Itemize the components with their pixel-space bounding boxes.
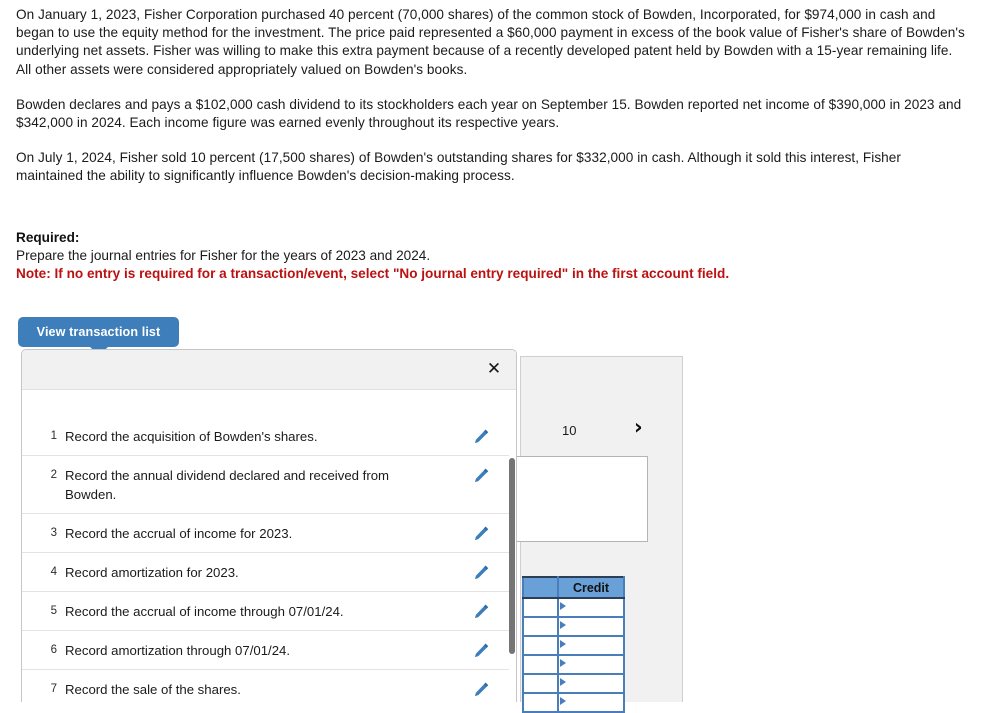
credit-column-header: Credit bbox=[557, 576, 625, 599]
close-icon[interactable]: ✕ bbox=[484, 359, 504, 379]
transaction-number: 3 bbox=[50, 527, 57, 539]
transaction-number: 2 bbox=[50, 469, 57, 481]
list-item[interactable]: 4 Record amortization for 2023. bbox=[22, 553, 512, 592]
transaction-description: Record amortization through 07/01/24. bbox=[65, 643, 291, 658]
popup-body: 1 Record the acquisition of Bowden's sha… bbox=[22, 390, 516, 702]
debit-column-header bbox=[522, 576, 559, 599]
credit-cell[interactable] bbox=[557, 616, 625, 637]
transaction-description: Record the annual dividend declared and … bbox=[65, 468, 390, 502]
cell-marker-icon bbox=[560, 659, 566, 667]
debit-cell[interactable] bbox=[522, 654, 559, 675]
transaction-number: 1 bbox=[50, 430, 57, 442]
list-item[interactable]: 1 Record the acquisition of Bowden's sha… bbox=[22, 417, 512, 456]
problem-statement: On January 1, 2023, Fisher Corporation p… bbox=[16, 6, 968, 186]
edit-pencil-icon[interactable] bbox=[473, 428, 490, 445]
list-item[interactable]: 6 Record amortization through 07/01/24. bbox=[22, 631, 512, 670]
table-row[interactable] bbox=[522, 597, 625, 618]
list-item[interactable]: 7 Record the sale of the shares. bbox=[22, 670, 512, 702]
credit-cell[interactable] bbox=[557, 673, 625, 694]
view-transaction-list-button[interactable]: View transaction list bbox=[18, 317, 179, 355]
cell-marker-icon bbox=[560, 678, 566, 686]
transaction-number: 7 bbox=[50, 683, 57, 695]
credit-cell[interactable] bbox=[557, 654, 625, 675]
table-row[interactable] bbox=[522, 616, 625, 637]
transaction-list-popup: ✕ 1 Record the acquisition of Bowden's s… bbox=[21, 349, 517, 702]
table-row[interactable] bbox=[522, 692, 625, 713]
edit-pencil-icon[interactable] bbox=[473, 681, 490, 698]
cell-marker-icon bbox=[560, 602, 566, 610]
popup-scrollbar[interactable] bbox=[509, 390, 516, 702]
transaction-number: 6 bbox=[50, 644, 57, 656]
required-instruction: Prepare the journal entries for Fisher f… bbox=[16, 248, 431, 264]
chevron-right-icon[interactable]: › bbox=[634, 417, 643, 438]
debit-cell[interactable] bbox=[522, 635, 559, 656]
problem-paragraph-1: On January 1, 2023, Fisher Corporation p… bbox=[16, 7, 965, 77]
transaction-description: Record the acquisition of Bowden's share… bbox=[65, 429, 318, 444]
transaction-description: Record the sale of the shares. bbox=[65, 682, 241, 697]
popup-header: ✕ bbox=[22, 350, 516, 390]
cell-marker-icon bbox=[560, 640, 566, 648]
table-row[interactable] bbox=[522, 635, 625, 656]
edit-pencil-icon[interactable] bbox=[473, 642, 490, 659]
cell-marker-icon bbox=[560, 621, 566, 629]
credit-cell[interactable] bbox=[557, 692, 625, 713]
page-number-label: 10 bbox=[562, 423, 577, 438]
popup-scrollbar-thumb[interactable] bbox=[509, 458, 515, 654]
required-section: Required: Prepare the journal entries fo… bbox=[16, 229, 956, 284]
list-item[interactable]: 3 Record the accrual of income for 2023. bbox=[22, 514, 512, 553]
credit-cell[interactable] bbox=[557, 597, 625, 618]
list-item[interactable]: 2 Record the annual dividend declared an… bbox=[22, 456, 512, 514]
debit-cell[interactable] bbox=[522, 692, 559, 713]
table-header-row: Credit bbox=[522, 576, 625, 599]
table-row[interactable] bbox=[522, 673, 625, 694]
transaction-description: Record amortization for 2023. bbox=[65, 565, 239, 580]
required-note: Note: If no entry is required for a tran… bbox=[16, 266, 730, 282]
edit-pencil-icon[interactable] bbox=[473, 603, 490, 620]
credit-cell[interactable] bbox=[557, 635, 625, 656]
transaction-description: Record the accrual of income through 07/… bbox=[65, 604, 344, 619]
list-item[interactable]: 5 Record the accrual of income through 0… bbox=[22, 592, 512, 631]
journal-entry-credit-table: Credit bbox=[522, 576, 625, 713]
debit-cell[interactable] bbox=[522, 597, 559, 618]
debit-cell[interactable] bbox=[522, 616, 559, 637]
cell-marker-icon bbox=[560, 697, 566, 705]
debit-cell[interactable] bbox=[522, 673, 559, 694]
transaction-number: 4 bbox=[50, 566, 57, 578]
problem-paragraph-3: On July 1, 2024, Fisher sold 10 percent … bbox=[16, 150, 901, 184]
credit-table-body bbox=[522, 597, 625, 713]
edit-pencil-icon[interactable] bbox=[473, 564, 490, 581]
transaction-number: 5 bbox=[50, 605, 57, 617]
edit-pencil-icon[interactable] bbox=[473, 525, 490, 542]
background-input-box[interactable] bbox=[503, 456, 648, 542]
required-heading: Required: bbox=[16, 230, 80, 245]
transaction-list: 1 Record the acquisition of Bowden's sha… bbox=[22, 417, 512, 702]
table-row[interactable] bbox=[522, 654, 625, 675]
problem-paragraph-2: Bowden declares and pays a $102,000 cash… bbox=[16, 96, 962, 131]
edit-pencil-icon[interactable] bbox=[473, 467, 490, 484]
transaction-description: Record the accrual of income for 2023. bbox=[65, 526, 293, 541]
